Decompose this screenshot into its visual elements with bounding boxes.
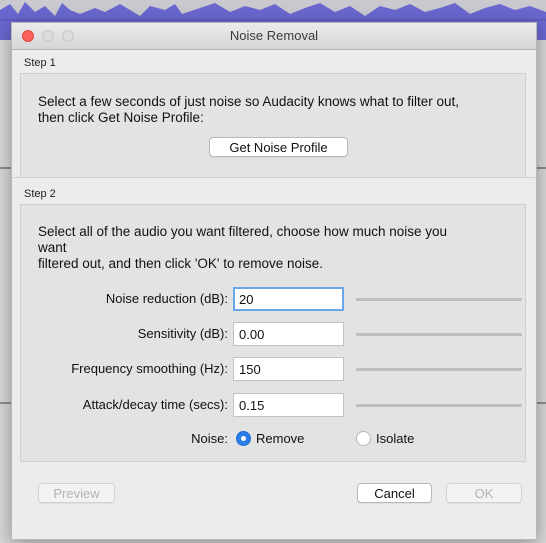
frequency-smoothing-input[interactable] (233, 357, 344, 381)
remove-radio-label[interactable]: Remove (256, 431, 304, 447)
attack-decay-label: Attack/decay time (secs): (82, 397, 228, 412)
step1-instruction-line1: Select a few seconds of just noise so Au… (38, 94, 459, 109)
step2-label: Step 2 (24, 188, 56, 200)
step2-instruction-line1: Select all of the audio you want filtere… (38, 224, 447, 239)
noise-reduction-slider[interactable] (356, 288, 522, 309)
get-noise-profile-button[interactable]: Get Noise Profile (209, 137, 348, 157)
noise-reduction-input[interactable] (233, 287, 344, 311)
sensitivity-input[interactable] (233, 322, 344, 346)
step2-instruction-line2: want (38, 240, 67, 255)
step2-instruction-line3: filtered out, and then click 'OK' to rem… (38, 256, 324, 271)
preview-button[interactable]: Preview (38, 483, 115, 503)
remove-radio[interactable] (236, 431, 251, 446)
ok-button[interactable]: OK (446, 483, 522, 503)
noise-mode-label: Noise: (191, 431, 228, 446)
isolate-radio-label[interactable]: Isolate (376, 431, 414, 447)
attack-decay-input[interactable] (233, 393, 344, 417)
noise-removal-dialog: Noise Removal Step 1 Select a few second… (11, 22, 537, 540)
attack-decay-slider[interactable] (356, 394, 522, 415)
step1-label: Step 1 (24, 57, 56, 69)
noise-reduction-label: Noise reduction (dB): (105, 291, 228, 306)
cancel-button[interactable]: Cancel (357, 483, 432, 503)
window-title: Noise Removal (229, 28, 319, 43)
sensitivity-label: Sensitivity (dB): (137, 326, 228, 341)
title-bar[interactable]: Noise Removal (12, 23, 536, 50)
frequency-smoothing-label: Frequency smoothing (Hz): (71, 361, 228, 376)
sensitivity-slider[interactable] (356, 323, 522, 344)
isolate-radio[interactable] (356, 431, 371, 446)
step1-instruction-line2: then click Get Noise Profile: (38, 110, 204, 125)
frequency-smoothing-slider[interactable] (356, 358, 522, 379)
section-divider (12, 177, 536, 178)
slider-track (356, 298, 522, 301)
